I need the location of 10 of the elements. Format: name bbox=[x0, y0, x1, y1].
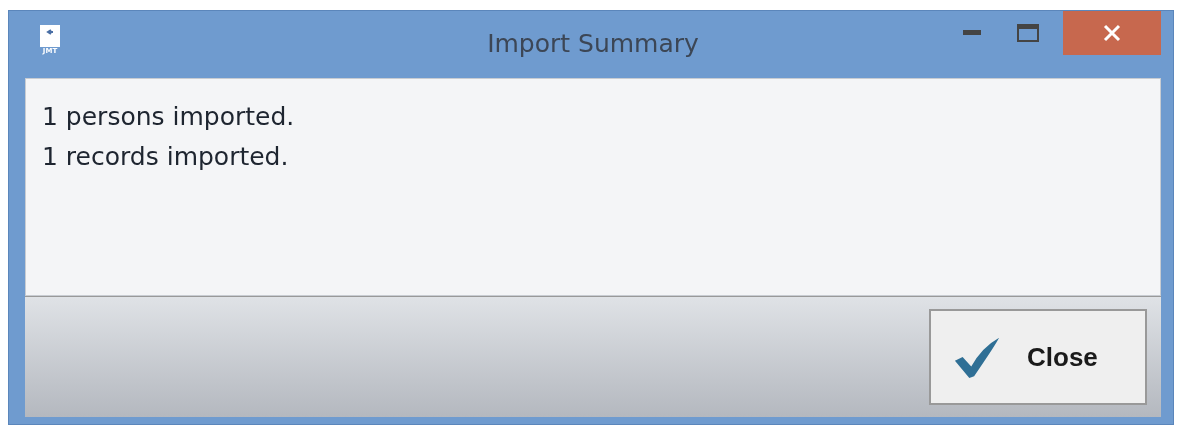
checkmark-icon bbox=[953, 335, 1001, 379]
close-button[interactable] bbox=[1063, 11, 1161, 55]
window-title: Import Summary bbox=[487, 29, 699, 58]
maximize-icon bbox=[1017, 24, 1039, 42]
message-text: 1 persons imported. bbox=[42, 101, 296, 133]
minimize-icon bbox=[963, 30, 981, 36]
message-text: 1 records imported. bbox=[42, 141, 290, 173]
document-icon bbox=[40, 25, 60, 47]
close-icon bbox=[1103, 24, 1121, 42]
close-dialog-button[interactable]: Close bbox=[929, 309, 1147, 405]
